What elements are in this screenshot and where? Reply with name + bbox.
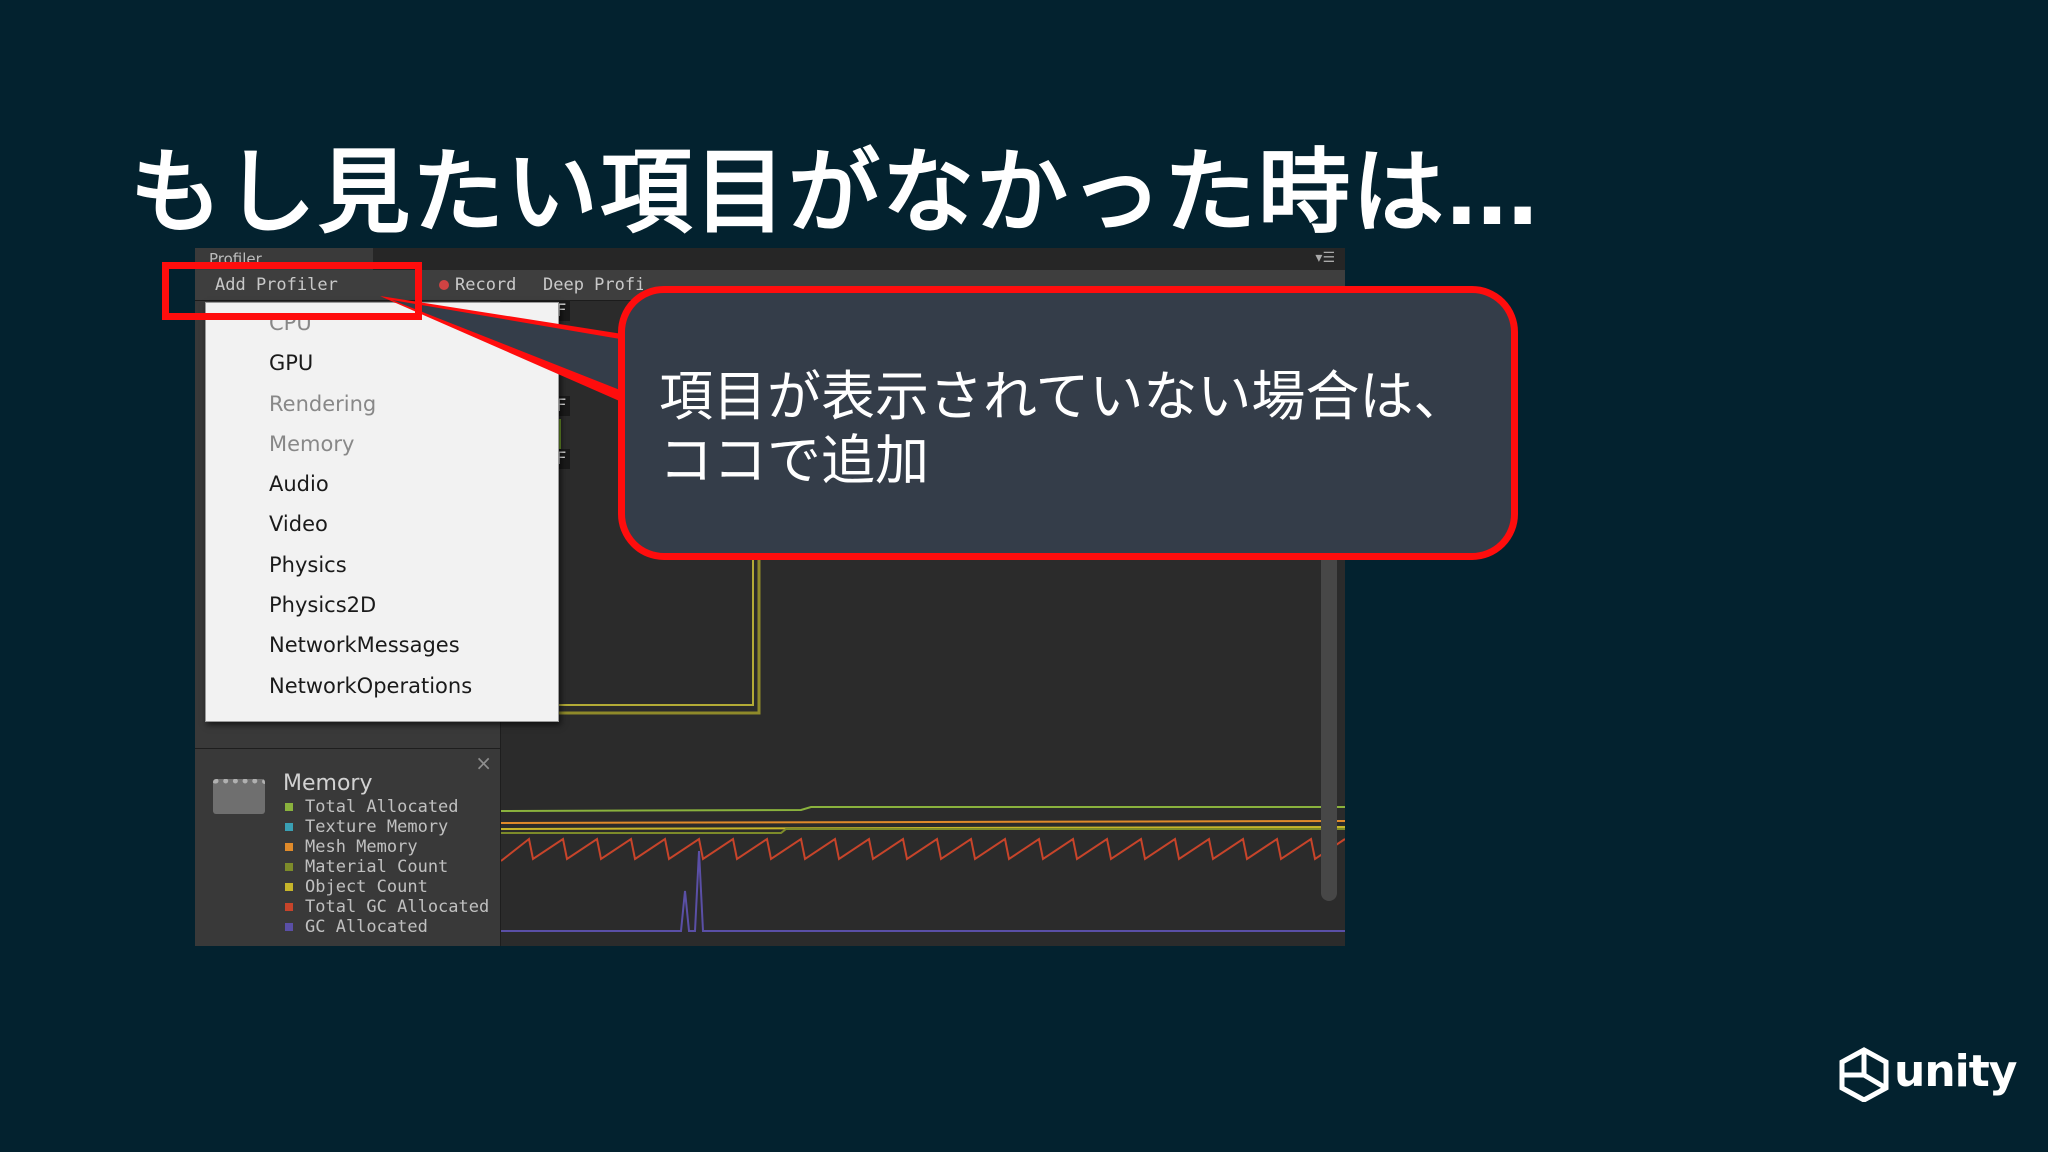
legend-label: Material Count xyxy=(305,857,449,877)
legend-swatch xyxy=(285,823,293,831)
memory-module-panel: × Memory Total Allocated Texture Memory … xyxy=(195,748,500,946)
dropdown-item-gpu[interactable]: GPU xyxy=(206,343,558,383)
legend-swatch xyxy=(285,863,293,871)
unity-logo-icon xyxy=(1839,1047,1889,1103)
dropdown-item-network-messages[interactable]: NetworkMessages xyxy=(206,625,558,665)
legend-swatch xyxy=(285,923,293,931)
tab-menu-icon[interactable]: ▾☰ xyxy=(1315,250,1335,266)
legend-label: Total Allocated xyxy=(305,797,459,817)
dropdown-item-audio[interactable]: Audio xyxy=(206,464,558,504)
dropdown-item-network-operations[interactable]: NetworkOperations xyxy=(206,666,558,706)
legend-item[interactable]: Total Allocated xyxy=(285,797,489,817)
memory-legend: Total Allocated Texture Memory Mesh Memo… xyxy=(285,797,489,937)
slide-title: もし見たい項目がなかった時は… xyxy=(130,139,1541,246)
legend-swatch xyxy=(285,803,293,811)
legend-item[interactable]: Material Count xyxy=(285,857,489,877)
brand-name: unity xyxy=(1894,1046,2017,1097)
unity-brand: unity xyxy=(1838,1046,2017,1103)
memory-line-gc-total xyxy=(501,837,1345,862)
legend-item[interactable]: Mesh Memory xyxy=(285,837,489,857)
memory-line-mesh xyxy=(501,820,1345,824)
close-icon[interactable]: × xyxy=(475,751,492,775)
dropdown-item-physics2d[interactable]: Physics2D xyxy=(206,585,558,625)
memory-graph xyxy=(501,806,1345,932)
deep-profile-button[interactable]: Deep Profile xyxy=(543,270,643,300)
legend-label: Object Count xyxy=(305,877,428,897)
callout-text: 項目が表示されていない場合は、 ココで追加 xyxy=(659,365,1468,492)
legend-item[interactable]: Object Count xyxy=(285,877,489,897)
record-icon xyxy=(439,280,449,290)
callout-bubble: 項目が表示されていない場合は、 ココで追加 xyxy=(618,286,1518,560)
legend-swatch xyxy=(285,883,293,891)
add-profiler-dropdown: CPU GPU Rendering Memory Audio Video Phy… xyxy=(205,302,559,722)
legend-label: Texture Memory xyxy=(305,817,449,837)
legend-label: Total GC Allocated xyxy=(305,897,490,917)
legend-label: Mesh Memory xyxy=(305,837,418,857)
memory-chip-icon xyxy=(213,779,265,814)
legend-label: GC Allocated xyxy=(305,917,428,937)
memory-line-total xyxy=(501,806,1345,812)
legend-item[interactable]: GC Allocated xyxy=(285,917,489,937)
memory-line-gc xyxy=(501,850,1345,932)
legend-swatch xyxy=(285,903,293,911)
legend-item[interactable]: Texture Memory xyxy=(285,817,489,837)
dropdown-item-rendering: Rendering xyxy=(269,391,377,416)
memory-panel-title: Memory xyxy=(283,771,373,796)
dropdown-item-video[interactable]: Video xyxy=(206,504,558,544)
dropdown-item-memory: Memory xyxy=(269,431,355,456)
record-button[interactable]: Record xyxy=(439,270,516,300)
dropdown-item-physics[interactable]: Physics xyxy=(206,545,558,585)
legend-item[interactable]: Total GC Allocated xyxy=(285,897,489,917)
add-profiler-highlight xyxy=(162,262,422,320)
record-label: Record xyxy=(455,275,517,295)
legend-swatch xyxy=(285,843,293,851)
